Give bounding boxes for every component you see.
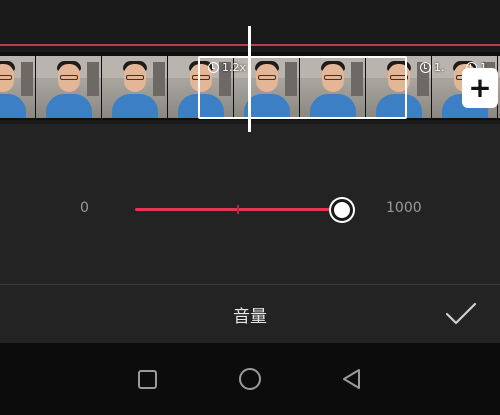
- clip-speed-badge: 1.: [420, 61, 445, 74]
- timeline-playhead[interactable]: [248, 26, 251, 132]
- system-nav-bar: [0, 343, 500, 415]
- home-icon[interactable]: [239, 368, 261, 390]
- video-frame-thumbnail: [36, 56, 101, 118]
- clip-speed-badge: 1.2x: [208, 61, 246, 74]
- back-icon[interactable]: [340, 367, 364, 391]
- recent-apps-icon[interactable]: [138, 370, 157, 389]
- clip-speed-label: 1.2x: [222, 61, 247, 74]
- panel-title: 音量: [233, 307, 267, 327]
- clip-speed-label: 1.: [434, 61, 445, 74]
- video-frame-thumbnail: [102, 56, 167, 118]
- volume-max-label: 1000: [386, 200, 422, 216]
- volume-slider-thumb[interactable]: [331, 199, 353, 221]
- speed-clock-icon: [420, 62, 431, 73]
- volume-min-label: 0: [80, 200, 89, 216]
- volume-slider-tick: [237, 205, 239, 214]
- plus-icon: +: [468, 71, 492, 104]
- video-frame-thumbnail: [0, 56, 35, 118]
- speed-clock-icon: [208, 62, 219, 73]
- add-clip-button[interactable]: +: [462, 68, 498, 108]
- checkmark-icon[interactable]: [444, 300, 478, 328]
- panel-divider: [0, 284, 500, 285]
